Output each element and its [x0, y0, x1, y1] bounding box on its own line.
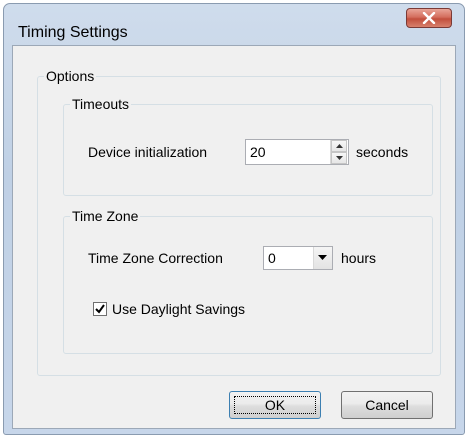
timeouts-group-title: Timeouts	[70, 96, 132, 112]
spin-down-button[interactable]	[331, 152, 347, 164]
daylight-savings-label[interactable]: Use Daylight Savings	[112, 301, 245, 317]
focus-indicator	[234, 396, 316, 414]
close-button[interactable]	[406, 8, 452, 28]
time-zone-correction-value: 0	[268, 250, 276, 266]
device-initialization-label: Device initialization	[88, 144, 208, 160]
ok-button[interactable]: OK	[229, 391, 321, 419]
time-zone-group: Time Zone	[63, 208, 433, 354]
window-title: Timing Settings	[18, 24, 128, 41]
device-initialization-value[interactable]: 20	[250, 144, 266, 160]
spin-up-button[interactable]	[331, 140, 347, 152]
hours-unit-label: hours	[341, 250, 377, 266]
timing-settings-dialog: Timing Settings Options Timeouts Device …	[3, 3, 465, 435]
seconds-unit-label: seconds	[356, 144, 409, 160]
cancel-button[interactable]: Cancel	[341, 391, 433, 419]
dialog-client-area: Options Timeouts Device initialization 2…	[12, 45, 456, 429]
cancel-button-label: Cancel	[365, 397, 409, 413]
time-zone-dropdown-button[interactable]	[313, 247, 332, 269]
spinner-buttons	[330, 140, 348, 164]
time-zone-correction-select[interactable]: 0	[263, 246, 333, 270]
options-group-title: Options	[44, 68, 97, 84]
chevron-down-icon	[318, 255, 327, 260]
device-initialization-spinner[interactable]: 20	[245, 139, 349, 165]
daylight-savings-checkbox[interactable]	[93, 302, 107, 316]
spin-down-arrow-icon	[336, 156, 343, 160]
time-zone-group-title: Time Zone	[70, 208, 141, 224]
checkmark-icon	[95, 304, 105, 314]
title-bar[interactable]: Timing Settings	[4, 4, 464, 41]
spin-up-arrow-icon	[336, 144, 343, 148]
close-x-icon	[422, 12, 436, 24]
time-zone-correction-label: Time Zone Correction	[88, 250, 223, 266]
